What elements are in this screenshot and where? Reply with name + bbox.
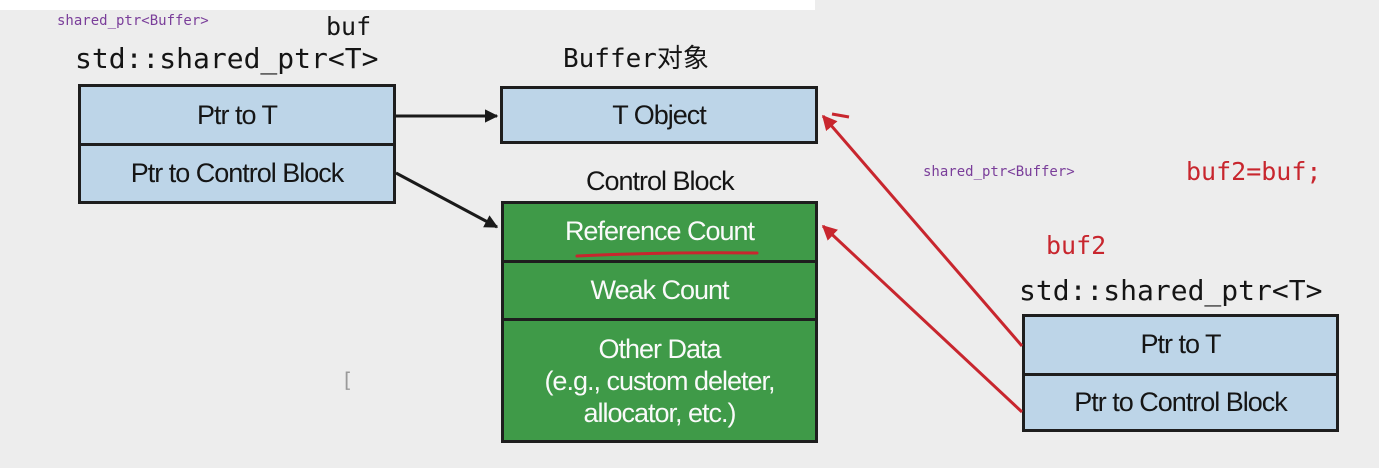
shared-ptr-diagram: { "left_ptr": { "code_label": "shared_pt… <box>0 0 1379 468</box>
red-tick-mark <box>831 112 850 119</box>
reference-count-underline <box>575 251 759 258</box>
arrows-layer <box>395 109 1024 414</box>
arrow-ptr-to-control-block <box>395 171 499 229</box>
red-arrow-buf2-to-control-block <box>821 224 1024 414</box>
red-arrow-buf2-to-t-object <box>821 114 1024 347</box>
